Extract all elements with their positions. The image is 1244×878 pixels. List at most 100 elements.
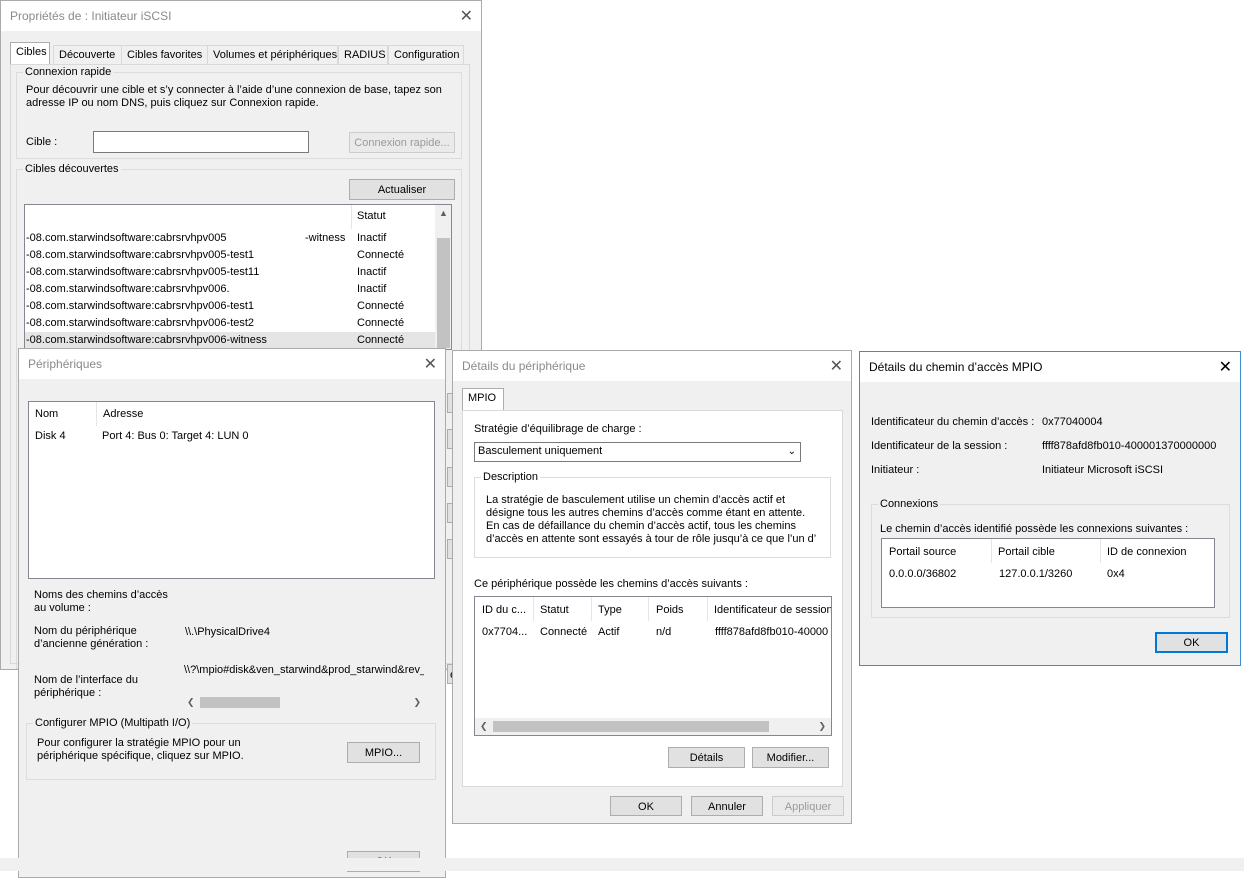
details-button[interactable]: Détails [668,747,745,768]
target-row[interactable]: -08.com.starwindsoftware:cabrsrvhpv006-w… [25,332,435,349]
quick-connect-button[interactable]: Connexion rapide... [349,132,455,153]
dialog-title: Périphériques [28,357,103,371]
modify-button[interactable]: Modifier... [752,747,829,768]
interface-horizontal-scrollbar[interactable]: ❮ ❯ [184,694,424,711]
connection-id: 0x4 [1107,568,1125,580]
column-separator [591,597,592,621]
paths-horizontal-scrollbar[interactable]: ❮ ❯ [475,718,831,735]
column-separator [648,597,649,621]
tab-volumes[interactable]: Volumes et périphériques [207,45,338,65]
mpio-button[interactable]: MPIO... [347,742,420,763]
scroll-right-icon[interactable]: ❯ [413,697,421,708]
description-line-1: La stratégie de basculement utilise un c… [486,494,785,506]
quick-connect-desc-1: Pour découvrir une cible et s’y connecte… [26,84,442,96]
dialog-title: Détails du chemin d’accès MPIO [869,360,1043,374]
load-balance-select[interactable]: Basculement uniquement ⌄ [474,442,801,462]
tab-strip: Cibles Découverte Cibles favorites Volum… [10,42,470,65]
close-icon[interactable]: ✕ [460,6,473,26]
vertical-scrollbar[interactable]: ▲ [435,205,451,349]
path-row[interactable]: 0x7704... Connecté Actif n/d ffff878afd8… [475,624,831,641]
interface-name-label-2: périphérique : [34,687,102,699]
column-separator [351,205,352,229]
column-status[interactable]: Statut [357,210,386,222]
target-row[interactable]: -08.com.starwindsoftware:cabrsrvhpv006-t… [25,315,435,332]
column-target-portal[interactable]: Portail cible [998,546,1055,558]
target-status: Inactif [357,266,387,278]
session-id-label: Identificateur de la session : [871,440,1008,452]
connections-list[interactable]: Portail source Portail cible ID de conne… [881,538,1215,608]
device-row[interactable]: Disk 4 Port 4: Bus 0: Target 4: LUN 0 [29,428,434,445]
column-name[interactable]: Nom [35,408,58,420]
scroll-left-icon[interactable]: ❮ [187,697,195,708]
apply-button[interactable]: Appliquer [772,796,844,816]
device-details-dialog: Détails du périphérique ✕ MPIO Stratégie… [452,350,852,824]
column-separator [991,539,992,563]
scroll-thumb[interactable] [200,697,280,708]
column-path-id[interactable]: ID du c... [482,604,526,616]
scroll-up-icon[interactable]: ▲ [439,208,448,218]
target-row[interactable]: -08.com.starwindsoftware:cabrsrvhpv006-t… [25,298,435,315]
tab-mpio[interactable]: MPIO [462,388,504,411]
column-weight[interactable]: Poids [656,604,684,616]
column-separator [533,597,534,621]
target-row[interactable]: -08.com.starwindsoftware:cabrsrvhpv005 -w… [25,230,435,247]
mpio-desc-2: périphérique spécifique, cliquez sur MPI… [37,750,244,762]
ok-button[interactable]: OK [1155,632,1228,653]
ok-button[interactable]: OK [610,796,682,816]
scroll-left-icon[interactable]: ❮ [480,721,488,732]
device-address: Port 4: Bus 0: Target 4: LUN 0 [102,430,249,442]
column-type[interactable]: Type [598,604,622,616]
target-name: -08.com.starwindsoftware:cabrsrvhpv005-t… [26,249,255,261]
column-connection-id[interactable]: ID de connexion [1107,546,1187,558]
target-status: Inactif [357,232,387,244]
close-icon[interactable]: ✕ [830,356,843,376]
target-name-suffix: -witness [305,232,346,244]
session-id-value: ffff878afd8fb010-400001370000000 [1042,440,1217,452]
target-row[interactable]: -08.com.starwindsoftware:cabrsrvhpv005-t… [25,264,435,281]
column-status[interactable]: Statut [540,604,569,616]
load-balance-label: Stratégie d’équilibrage de charge : [474,423,642,435]
target-input[interactable] [93,131,309,153]
discovered-targets-list[interactable]: Statut -08.com.starwindsoftware:cabrsrvh… [24,204,452,350]
tab-cibles[interactable]: Cibles [10,42,50,65]
target-status: Inactif [357,283,387,295]
tab-configuration[interactable]: Configuration [388,45,464,65]
path-weight: n/d [656,626,672,638]
scroll-thumb[interactable] [493,721,769,732]
scroll-thumb[interactable] [437,238,450,348]
target-portal: 127.0.0.1/3260 [999,568,1073,580]
mpio-desc-1: Pour configurer la stratégie MPIO pour u… [37,737,241,749]
target-row[interactable]: -08.com.starwindsoftware:cabrsrvhpv005-t… [25,247,435,264]
interface-name-box: \\?\mpio#disk&ven_starwind&prod_starwind… [184,663,424,679]
devices-list[interactable]: Nom Adresse Disk 4 Port 4: Bus 0: Target… [28,401,435,579]
refresh-button[interactable]: Actualiser [349,179,455,200]
column-address[interactable]: Adresse [103,408,143,420]
quick-connect-title: Connexion rapide [23,66,114,78]
tab-cibles-favorites[interactable]: Cibles favorites [121,45,209,65]
column-session-id[interactable]: Identificateur de session [714,604,831,616]
cancel-button[interactable]: Annuler [691,796,763,816]
close-icon[interactable]: ✕ [424,354,437,374]
tab-strip: MPIO [462,388,843,411]
target-row[interactable]: -08.com.starwindsoftware:cabrsrvhpv006. I… [25,281,435,298]
initiator-value: Initiateur Microsoft iSCSI [1042,464,1164,476]
target-status: Connecté [357,317,405,329]
tab-decouverte[interactable]: Découverte [53,45,123,65]
dialog-title: Propriétés de : Initiateur iSCSI [10,9,172,23]
column-source-portal[interactable]: Portail source [889,546,956,558]
close-icon[interactable]: ✕ [1219,357,1232,377]
target-status: Connecté [357,300,405,312]
volume-paths-label-2: au volume : [34,602,91,614]
titlebar: Détails du chemin d’accès MPIO ✕ [860,352,1240,382]
volume-paths-label-1: Noms des chemins d’accès [34,589,168,601]
column-separator [707,597,708,621]
connection-row[interactable]: 0.0.0.0/36802 127.0.0.1/3260 0x4 [882,566,1214,583]
tab-radius[interactable]: RADIUS [338,45,388,65]
chevron-down-icon[interactable]: ⌄ [788,443,796,460]
target-name: -08.com.starwindsoftware:cabrsrvhpv006-t… [26,317,255,329]
description-line-4-box: d’accès en attente sont essayés à tour d… [486,533,831,547]
description-line-4: d’accès en attente sont essayés à tour d… [486,533,817,545]
connections-title: Connexions [878,498,941,510]
paths-list[interactable]: ID du c... Statut Type Poids Identificat… [474,596,832,736]
scroll-right-icon[interactable]: ❯ [818,721,826,732]
